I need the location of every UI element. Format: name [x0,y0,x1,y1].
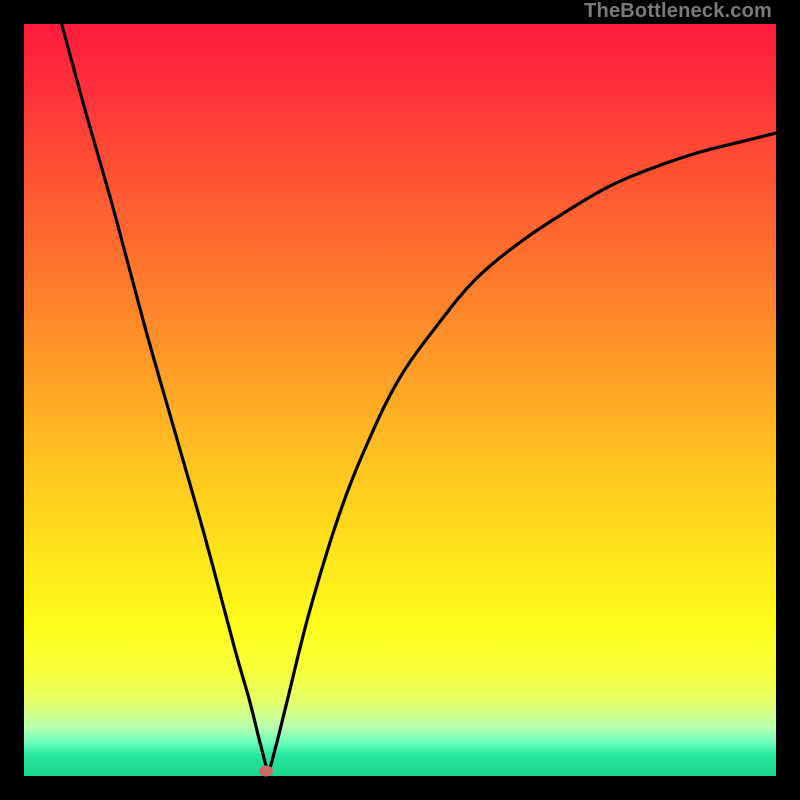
plot-area [24,24,776,776]
minimum-marker [259,765,273,776]
curve-line [62,24,776,768]
watermark-text: TheBottleneck.com [584,0,772,23]
chart-frame: TheBottleneck.com [0,0,800,800]
bottleneck-curve [24,24,776,776]
